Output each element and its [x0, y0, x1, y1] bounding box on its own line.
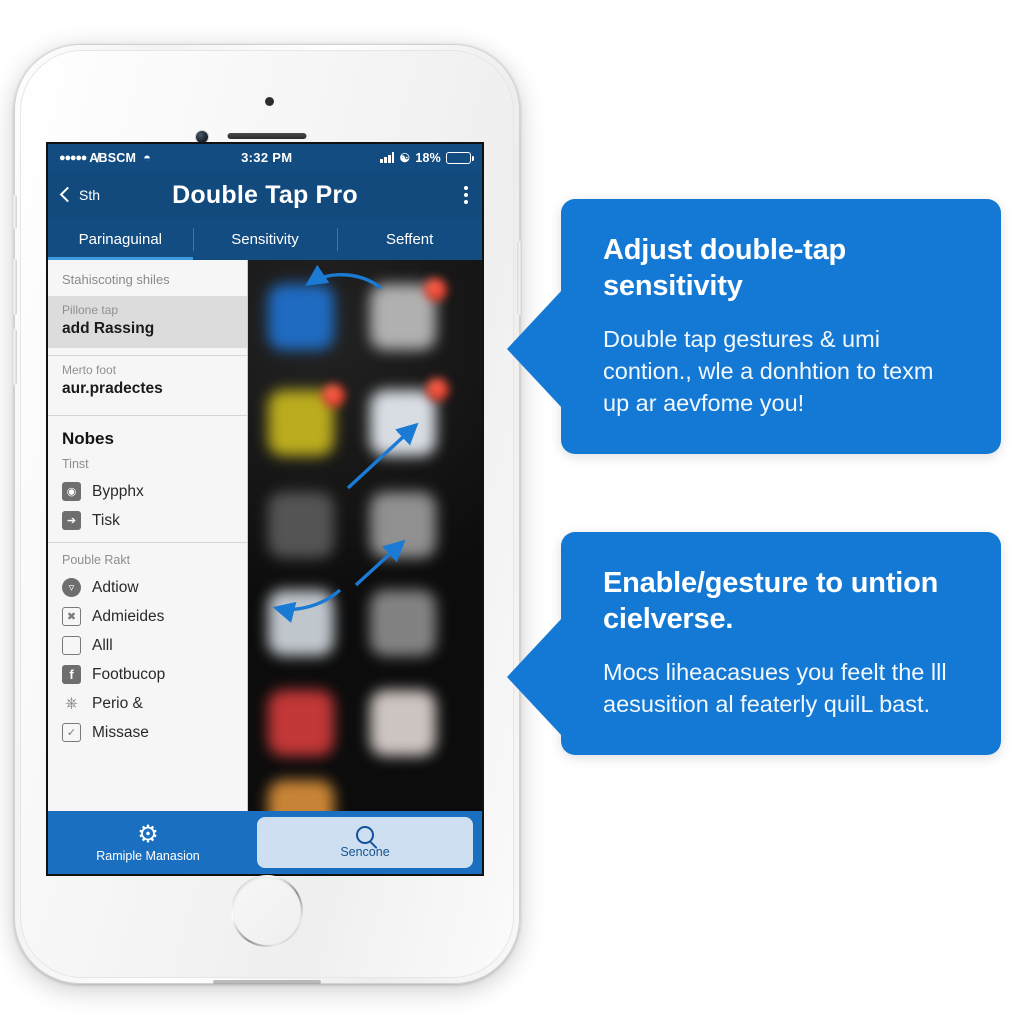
sidebar-item-label: Perio & — [92, 694, 143, 712]
gear-icon: ⚙ — [137, 820, 159, 848]
callout-tail — [507, 617, 563, 737]
envelope-icon: ▿ — [62, 578, 81, 597]
callout-adjust-sensitivity: Adjust double-tap sensitivity Double tap… — [507, 199, 1001, 455]
volume-up-button[interactable] — [12, 259, 17, 315]
sidebar-group2-label: Pouble Rakt — [62, 553, 131, 567]
tab-sensitivity[interactable]: Sensitivity — [192, 219, 338, 260]
callout-body: Double tap gestures & umi contion., wle … — [603, 326, 934, 417]
sidebar-row-title: aur.pradectes — [62, 380, 163, 397]
sidebar-section-label: Stahiscoting shiles — [62, 272, 170, 287]
bluetooth-icon: ☯ — [399, 150, 411, 165]
sidebar-item-label: Admieides — [92, 607, 165, 625]
monitor-icon — [62, 636, 81, 655]
sidebar-item-label: Footbucop — [92, 665, 166, 683]
phone-screen: ●●●●● A̸BSCM ◓ 3:32 PM ☯ 18% Sth Double … — [48, 144, 482, 874]
wifi-icon: ◓ — [143, 150, 152, 165]
curved-arrow-left-bottom — [272, 588, 342, 623]
silent-switch[interactable] — [12, 195, 17, 229]
sidebar-item-label: Alll — [92, 636, 113, 654]
status-bar: ●●●●● A̸BSCM ◓ 3:32 PM ☯ 18% — [48, 144, 482, 171]
callout-tail — [507, 289, 563, 409]
tab-label: Seffent — [386, 231, 434, 248]
microphone-icon: ⎈ — [65, 694, 78, 712]
search-button[interactable]: Sencone — [257, 817, 473, 868]
settings-button-label: Ramiple Manasion — [96, 848, 200, 863]
sidebar-item-tisk[interactable]: ➔ Tisk — [48, 506, 247, 535]
volume-down-button[interactable] — [12, 329, 17, 385]
navigation-bar: Sth Double Tap Pro — [48, 171, 482, 219]
sidebar-item-admieides[interactable]: ✖ Admieides — [48, 602, 247, 631]
sidebar-row-second[interactable]: Merto foot aur.pradectes — [48, 356, 247, 408]
front-camera-icon — [196, 131, 208, 143]
callout-body: Mocs liheacasues you feelt the lll aesus… — [603, 659, 947, 718]
overflow-menu-icon[interactable] — [464, 185, 468, 205]
tab-label: Sensitivity — [231, 231, 299, 248]
sidebar-item-footbucop[interactable]: f Footbucop — [48, 660, 247, 689]
app-grid[interactable] — [248, 260, 482, 811]
battery-percent: 18% — [415, 150, 441, 165]
callout-enable-gesture: Enable/gesture to untion cielverse. Mocs… — [507, 532, 1001, 756]
callout-title: Adjust double-tap sensitivity — [603, 234, 847, 302]
sidebar-item-missase[interactable]: ✓ Missase — [48, 718, 247, 747]
tab-parinaguinal[interactable]: Parinaguinal — [48, 219, 193, 260]
signal-dots-icon: ●●●●● — [59, 151, 87, 164]
photo-icon: ◉ — [62, 482, 81, 501]
sidebar-item-label: Missase — [92, 723, 149, 741]
carrier-name: A̸BSCM — [89, 150, 137, 165]
back-button-label: Sth — [79, 187, 101, 203]
earpiece-speaker — [227, 133, 307, 139]
note-icon: ➔ — [62, 511, 81, 530]
status-right-cluster: ☯ 18% — [380, 150, 475, 165]
bottom-toolbar: ⚙ Ramiple Manasion Sencone — [48, 811, 482, 874]
bottom-speaker-grille — [213, 980, 321, 984]
callout-title: Enable/gesture to untion cielverse. — [603, 567, 939, 635]
straight-arrow-up-right — [346, 422, 419, 490]
facebook-icon: f — [62, 665, 81, 684]
sidebar-row-title: add Rassing — [62, 320, 155, 337]
sidebar[interactable]: Stahiscoting shiles Pillone tap add Rass… — [48, 260, 248, 811]
home-button[interactable] — [231, 875, 303, 947]
tab-seffent[interactable]: Seffent — [337, 219, 482, 260]
back-button[interactable]: Sth — [59, 186, 101, 203]
sidebar-row-subtitle: Pillone tap — [62, 303, 119, 317]
content-area: Stahiscoting shiles Pillone tap add Rass… — [48, 260, 482, 811]
signal-bars-icon — [380, 152, 395, 163]
sidebar-item-alll[interactable]: Alll — [48, 631, 247, 660]
checkbox-icon: ✓ — [62, 723, 81, 742]
tab-label: Parinaguinal — [78, 231, 163, 248]
battery-icon — [446, 151, 475, 164]
straight-arrow-up-right-lower — [354, 539, 406, 587]
sidebar-item-label: Adtiow — [92, 578, 139, 596]
sidebar-heading-sub: Tinst — [62, 457, 89, 471]
search-icon — [356, 826, 374, 844]
sidebar-item-perio[interactable]: ⎈ Perio & — [48, 689, 247, 718]
status-time: 3:32 PM — [241, 150, 293, 165]
scissors-icon: ✖ — [62, 607, 81, 626]
proximity-sensor — [265, 97, 274, 106]
annotation-arrows — [272, 264, 419, 623]
tab-bar: Parinaguinal Sensitivity Seffent — [48, 219, 482, 260]
page-title: Double Tap Pro — [172, 180, 358, 209]
sidebar-item-adtiow[interactable]: ▿ Adtiow — [48, 573, 247, 602]
search-button-label: Sencone — [340, 845, 390, 859]
back-chevron-icon — [59, 186, 76, 203]
sidebar-heading: Nobes — [62, 429, 114, 448]
sidebar-row-selected[interactable]: Pillone tap add Rassing — [48, 296, 247, 348]
sidebar-row-subtitle: Merto foot — [62, 363, 117, 377]
sidebar-item-label: Tisk — [92, 511, 120, 529]
settings-button[interactable]: ⚙ Ramiple Manasion — [48, 820, 248, 863]
phone-device: ●●●●● A̸BSCM ◓ 3:32 PM ☯ 18% Sth Double … — [12, 44, 522, 984]
curved-arrow-left-top — [305, 264, 383, 290]
sidebar-item-bypphx[interactable]: ◉ Bypphx — [48, 477, 247, 506]
sidebar-item-label: Bypphx — [92, 482, 144, 500]
